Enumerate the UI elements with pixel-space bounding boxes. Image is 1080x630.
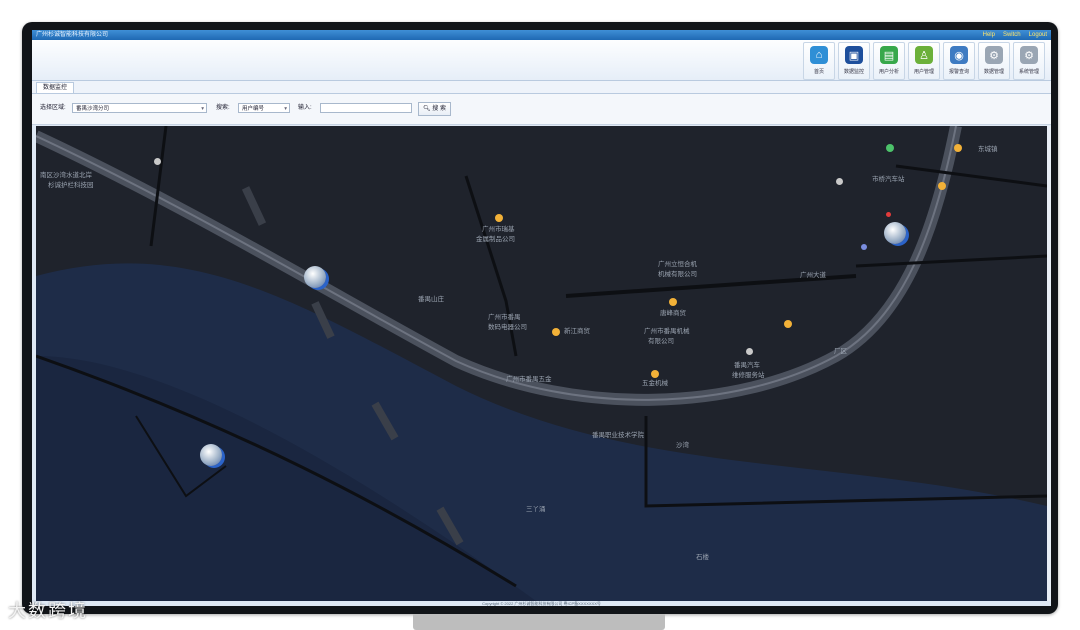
map-view[interactable]: 南区沙湾水道北岸 杉诚护栏科技园 广州市瑞基 金属制品公司 番禺山庄 广州市番禺… [36,126,1047,601]
user-management-label: 用户管理 [913,69,934,75]
main-toolbar: ⌂ 首页 ▣ 数据监控 ▤ 用户分析 ♙ 用户管理 ◉ 报警查询 ⚙ 数据管理 [32,40,1051,81]
map-label: 沙湾 [676,442,689,449]
search-by-label: 搜索: [216,105,230,111]
poi-marker[interactable] [154,158,161,165]
region-label: 选择区域: [40,105,66,111]
map-label: 东城镇 [978,146,998,153]
data-management-button[interactable]: ⚙ 数据管理 [978,42,1010,80]
alarm-icon: ◉ [950,46,968,64]
road [149,126,168,247]
data-monitor-button[interactable]: ▣ 数据监控 [838,42,870,80]
poi-marker[interactable] [495,214,503,222]
poi-marker[interactable] [784,320,792,328]
map-label: 五金机械 [642,380,668,387]
system-management-button[interactable]: ⚙ 系统管理 [1013,42,1045,80]
poi-marker[interactable] [651,370,659,378]
chevron-down-icon: ▾ [284,106,287,112]
window-title: 广州杉诚智能科技有限公司 [36,32,109,38]
poi-marker[interactable] [836,178,843,185]
chart-icon: ▤ [880,46,898,64]
alarm-query-label: 报警查询 [948,69,969,75]
map-label: 市桥汽车站 [872,176,905,183]
poi-marker[interactable] [861,244,867,250]
home-button[interactable]: ⌂ 首页 [803,42,835,80]
search-by-value: 用户编号 [242,106,265,112]
alarm-marker[interactable] [886,212,891,217]
user-icon: ♙ [915,46,933,64]
data-management-label: 数据管理 [983,69,1004,75]
map-label: 维修服务站 [732,372,765,379]
home-icon: ⌂ [810,46,828,64]
search-by-select[interactable]: 用户编号 ▾ [238,103,290,113]
poi-marker[interactable] [669,298,677,306]
map-label: 机械有限公司 [658,271,697,278]
map-label: 南区沙湾水道北岸 [40,172,92,179]
map-label: 有限公司 [648,338,674,345]
poi-marker[interactable] [746,348,753,355]
window-title-bar: 广州杉诚智能科技有限公司 Help Switch Logout [32,30,1051,40]
search-button[interactable]: 🔍︎ 搜 索 [418,102,451,116]
footer-copyright: Copyright © 2022 广州杉诚智能科技有限公司 粤ICP备XXXXX… [32,601,1051,606]
help-link[interactable]: Help [983,30,995,40]
map-label: 石楼 [696,554,709,561]
vehicle-marker[interactable] [304,266,326,288]
search-icon: 🔍︎ [423,106,431,112]
system-management-label: 系统管理 [1018,69,1039,75]
map-label: 数码电器公司 [488,324,527,331]
map-label: 金属制品公司 [476,236,515,243]
vehicle-marker[interactable] [200,444,222,466]
map-label: 广州市番禺 [488,314,521,321]
map-scrollbar[interactable] [1047,126,1051,601]
monitor-stand [413,614,665,630]
poi-marker[interactable] [954,144,962,152]
poi-marker[interactable] [886,144,894,152]
region-select[interactable]: 番禺沙湾分司 ▾ [72,103,207,113]
map-label: 番禺山庄 [418,296,444,303]
map-label: 新江商贸 [564,328,590,335]
home-label: 首页 [813,69,824,75]
user-analysis-button[interactable]: ▤ 用户分析 [873,42,905,80]
map-label: 三丫涌 [526,506,546,513]
map-label: 厂区 [834,348,847,355]
map-label: 广州市番禺五金 [506,376,552,383]
map-label: 杉诚护栏科技园 [48,182,94,189]
title-links: Help Switch Logout [983,30,1047,40]
chevron-down-icon: ▾ [201,106,204,112]
filter-bar: 选择区域: 番禺沙湾分司 ▾ 搜索: 用户编号 ▾ 输入: 🔍︎ 搜 索 [32,94,1051,125]
map-label: 广州立恒合机 [658,261,697,268]
app-window: 广州杉诚智能科技有限公司 Help Switch Logout ⌂ 首页 ▣ 数… [32,30,1051,606]
user-analysis-label: 用户分析 [878,69,899,75]
map-label: 广州市番禺机械 [644,328,690,335]
settings-icon: ⚙ [1020,46,1038,64]
data-monitor-label: 数据监控 [843,69,864,75]
input-label: 输入: [298,105,312,111]
tab-data-monitor[interactable]: 数据监控 [36,82,75,93]
map-canvas [36,126,1047,601]
watermark-logo: 大数跨境 [8,601,88,622]
region-select-value: 番禺沙湾分司 [76,106,110,112]
map-label: 番禺汽车 [734,362,760,369]
boat [241,186,267,226]
alarm-query-button[interactable]: ◉ 报警查询 [943,42,975,80]
tab-bar: 数据监控 [32,81,1051,94]
poi-marker[interactable] [552,328,560,336]
user-management-button[interactable]: ♙ 用户管理 [908,42,940,80]
logout-link[interactable]: Logout [1029,30,1047,40]
search-button-label: 搜 索 [432,106,446,112]
map-label: 唐峰商贸 [660,310,686,317]
gear-icon: ⚙ [985,46,1003,64]
search-input[interactable] [320,103,412,113]
map-label: 广州市瑞基 [482,226,515,233]
vehicle-marker[interactable] [884,222,906,244]
map-label: 番禺职业技术学院 [592,432,644,439]
poi-marker[interactable] [938,182,946,190]
monitor-icon: ▣ [845,46,863,64]
switch-link[interactable]: Switch [1003,30,1021,40]
map-label: 广州大道 [800,272,826,279]
